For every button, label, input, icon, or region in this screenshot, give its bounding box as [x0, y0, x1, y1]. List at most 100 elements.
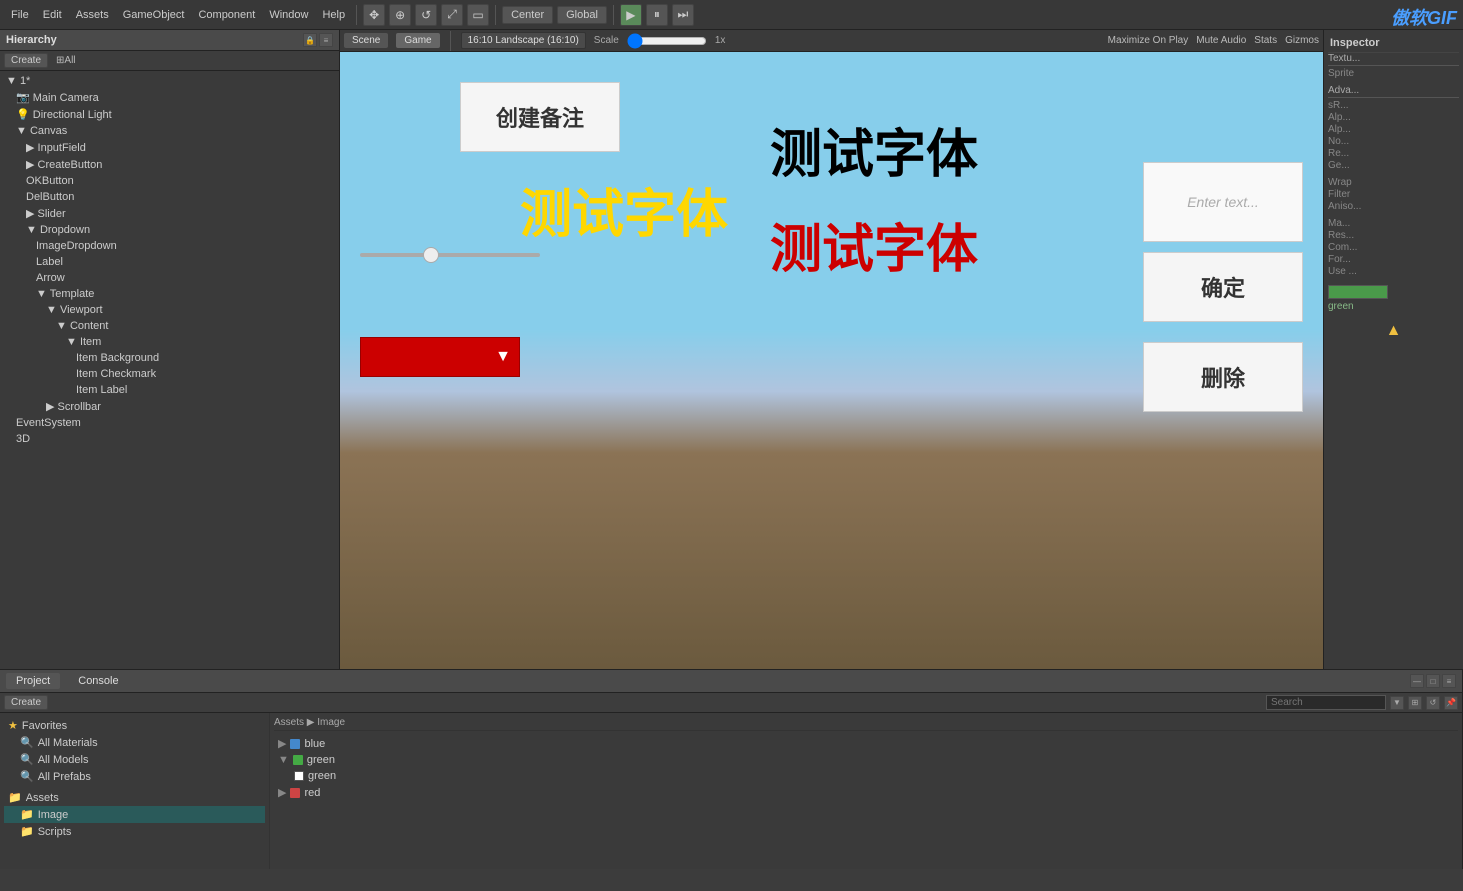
menu-edit[interactable]: Edit: [38, 7, 67, 23]
hier-item-template[interactable]: ▼ Template: [0, 286, 339, 302]
rotate-tool[interactable]: ↺: [415, 4, 437, 26]
inspector-title: Inspector: [1330, 37, 1380, 49]
mute-audio[interactable]: Mute Audio: [1196, 35, 1246, 46]
console-tab[interactable]: Console: [68, 673, 128, 689]
hier-item-maincamera[interactable]: 📷 Main Camera: [0, 89, 339, 106]
hierarchy-create-btn[interactable]: Create: [4, 53, 48, 68]
insp-fields-section: Ma... Res... Com... For... Use ...: [1328, 218, 1459, 277]
center-button[interactable]: Center: [502, 6, 553, 24]
hier-item-imagedropdown[interactable]: ImageDropdown: [0, 238, 339, 254]
green-color-swatch[interactable]: [1328, 285, 1388, 299]
menu-file[interactable]: File: [6, 7, 34, 23]
transform-tool[interactable]: ✥: [363, 4, 385, 26]
image-folder-item[interactable]: 📁 Image: [4, 806, 265, 823]
confirm-button[interactable]: 确定: [1143, 252, 1303, 322]
play-button[interactable]: ▶: [620, 4, 642, 26]
project-layout-icon[interactable]: ⊞: [1408, 696, 1422, 710]
hier-item-eventsystem[interactable]: EventSystem: [0, 415, 339, 431]
red-asset-item[interactable]: ▶ red: [274, 784, 1458, 801]
hier-item-arrow[interactable]: Arrow: [0, 270, 339, 286]
input-field[interactable]: Enter text...: [1143, 162, 1303, 242]
project-assets-pane: Assets ▶ Image ▶ blue ▼ green green ▶: [270, 713, 1462, 869]
project-collapse-icon[interactable]: —: [1410, 674, 1424, 688]
all-prefabs-item[interactable]: 🔍 All Prefabs: [4, 768, 265, 785]
hier-item-label[interactable]: Label: [0, 254, 339, 270]
gizmos-btn[interactable]: Gizmos: [1285, 35, 1319, 46]
create-note-button[interactable]: 创建备注: [460, 82, 620, 152]
logo-text: 傲软GIF: [1391, 8, 1457, 28]
assets-label: Assets: [26, 792, 59, 804]
scripts-folder-item[interactable]: 📁 Scripts: [4, 823, 265, 840]
inspector-sprite-row: Sprite: [1328, 68, 1459, 79]
alp2-label: Alp...: [1328, 124, 1351, 135]
rect-tool[interactable]: ▭: [467, 4, 489, 26]
slider-thumb[interactable]: [423, 247, 439, 263]
hierarchy-menu-icon[interactable]: ≡: [319, 33, 333, 47]
search-options-icon[interactable]: ▼: [1390, 696, 1404, 710]
stats-btn[interactable]: Stats: [1254, 35, 1277, 46]
delete-button[interactable]: 删除: [1143, 342, 1303, 412]
hier-item-root[interactable]: ▼ 1*: [0, 73, 339, 89]
green-asset-item[interactable]: ▼ green: [274, 752, 1458, 768]
hier-item-3d[interactable]: 3D: [0, 431, 339, 447]
step-button[interactable]: ⏭: [672, 4, 694, 26]
non-label: No...: [1328, 136, 1349, 147]
project-search-input[interactable]: [1266, 695, 1386, 710]
blue-expand-icon: ▶: [278, 737, 286, 750]
hierarchy-all-btn[interactable]: ⊞All: [52, 54, 80, 67]
project-refresh-icon[interactable]: ↺: [1426, 696, 1440, 710]
slider-control[interactable]: [360, 247, 540, 263]
hier-item-scrollbar[interactable]: ▶ Scrollbar: [0, 398, 339, 415]
hier-item-itemlabel[interactable]: Item Label: [0, 382, 339, 398]
insp-res-row: Res...: [1328, 230, 1459, 241]
menu-window[interactable]: Window: [264, 7, 313, 23]
all-models-item[interactable]: 🔍 All Models: [4, 751, 265, 768]
scene-tab[interactable]: Scene: [344, 33, 388, 48]
hier-item-item[interactable]: ▼ Item: [0, 334, 339, 350]
menu-assets[interactable]: Assets: [71, 7, 114, 23]
insp-read-row: Re...: [1328, 148, 1459, 159]
inspector-advanced-section: Adva... sR... Alp... Alp... No... Re... …: [1328, 85, 1459, 171]
menu-component[interactable]: Component: [193, 7, 260, 23]
hier-item-createbutton[interactable]: ▶ CreateButton: [0, 156, 339, 173]
resolution-selector[interactable]: 16:10 Landscape (16:10): [461, 32, 586, 49]
scale-tool[interactable]: ⤢: [441, 4, 463, 26]
hier-item-itemcheckmark[interactable]: Item Checkmark: [0, 366, 339, 382]
green-sub-asset-item[interactable]: green: [274, 768, 1458, 784]
hier-item-okbutton[interactable]: OKButton: [0, 173, 339, 189]
favorites-group[interactable]: ★ Favorites: [4, 717, 265, 734]
pause-button[interactable]: ⏸: [646, 4, 668, 26]
blue-asset-item[interactable]: ▶ blue: [274, 735, 1458, 752]
hier-item-inputfield[interactable]: ▶ InputField: [0, 139, 339, 156]
hier-item-viewport[interactable]: ▼ Viewport: [0, 302, 339, 318]
hierarchy-lock-icon[interactable]: 🔒: [303, 33, 317, 47]
scale-slider[interactable]: [627, 33, 707, 49]
move-tool[interactable]: ⊕: [389, 4, 411, 26]
separator-3: [613, 5, 614, 25]
hier-item-slider[interactable]: ▶ Slider: [0, 205, 339, 222]
all-materials-item[interactable]: 🔍 All Materials: [4, 734, 265, 751]
hier-item-dropdown[interactable]: ▼ Dropdown: [0, 222, 339, 238]
hier-item-dirlight[interactable]: 💡 Directional Light: [0, 106, 339, 123]
dropdown-control[interactable]: ▼: [360, 337, 520, 377]
project-tab[interactable]: Project: [6, 673, 60, 689]
project-pin-icon[interactable]: 📌: [1444, 696, 1458, 710]
hier-item-content[interactable]: ▼ Content: [0, 318, 339, 334]
project-menu-icon[interactable]: ≡: [1442, 674, 1456, 688]
insp-wrap-row: Wrap: [1328, 177, 1459, 188]
hier-item-delbutton[interactable]: DelButton: [0, 189, 339, 205]
maximize-on-play[interactable]: Maximize On Play: [1108, 35, 1189, 46]
game-tab[interactable]: Game: [396, 33, 439, 48]
inspector-texture-label: Textu...: [1328, 53, 1459, 66]
project-create-btn[interactable]: Create: [4, 695, 48, 710]
menu-help[interactable]: Help: [317, 7, 350, 23]
hierarchy-list[interactable]: ▼ 1* 📷 Main Camera 💡 Directional Light ▼…: [0, 71, 339, 669]
image-folder-label: Image: [38, 809, 69, 821]
project-expand-icon[interactable]: □: [1426, 674, 1440, 688]
hier-item-itembackground[interactable]: Item Background: [0, 350, 339, 366]
global-button[interactable]: Global: [557, 6, 607, 24]
menu-gameobject[interactable]: GameObject: [118, 7, 190, 23]
hier-item-canvas[interactable]: ▼ Canvas: [0, 123, 339, 139]
dropdown-arrow-icon: ▼: [495, 348, 511, 366]
assets-group[interactable]: 📁 Assets: [4, 789, 265, 806]
